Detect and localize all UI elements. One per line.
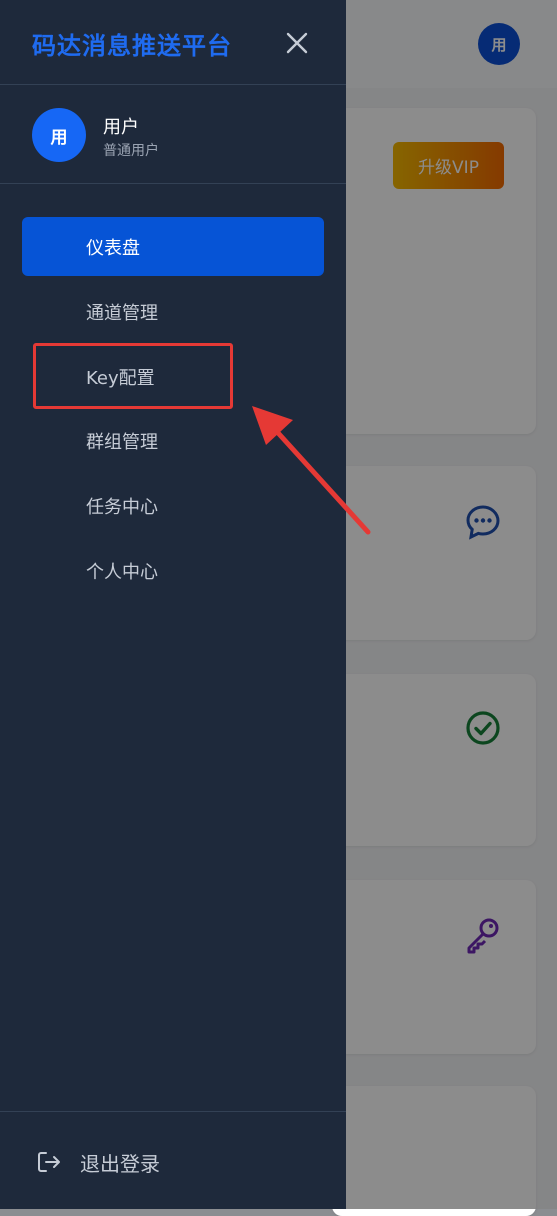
user-role: 普通用户 xyxy=(103,143,159,159)
user-avatar[interactable]: 用 xyxy=(32,108,86,162)
logout-icon xyxy=(38,1152,60,1172)
nav-item-profile[interactable]: 个人中心 xyxy=(22,541,324,600)
nav-item-dashboard[interactable]: 仪表盘 xyxy=(22,217,324,276)
logout-button[interactable]: 退出登录 xyxy=(36,1140,160,1184)
nav-item-groups[interactable]: 群组管理 xyxy=(22,411,324,470)
user-name: 用户 xyxy=(103,117,139,138)
divider xyxy=(0,1111,346,1112)
divider xyxy=(0,183,346,184)
divider xyxy=(0,84,346,85)
side-drawer: 码达消息推送平台 用 用户 普通用户 仪表盘 通道管理 Key配置 群组管理 任… xyxy=(0,0,346,1209)
brand-title: 码达消息推送平台 xyxy=(32,32,232,60)
highlight-box xyxy=(33,343,233,409)
close-icon[interactable] xyxy=(283,29,311,57)
nav-item-channels[interactable]: 通道管理 xyxy=(22,282,324,341)
nav-item-tasks[interactable]: 任务中心 xyxy=(22,476,324,535)
logout-label: 退出登录 xyxy=(80,1151,160,1176)
